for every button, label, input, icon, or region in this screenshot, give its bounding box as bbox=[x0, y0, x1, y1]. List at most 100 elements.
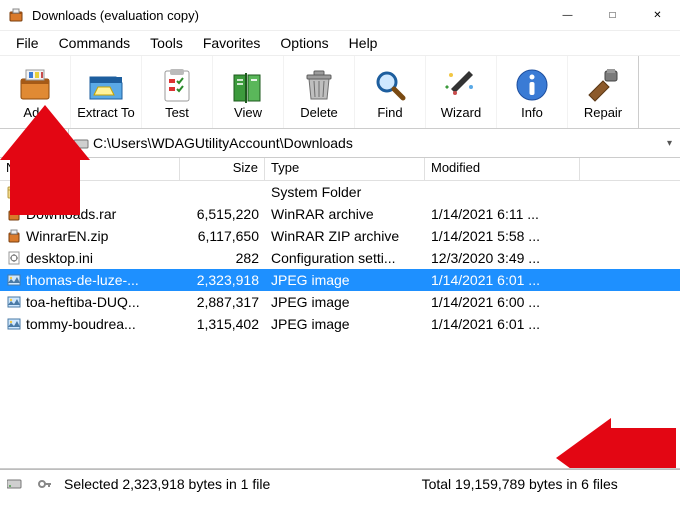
header-type[interactable]: Type bbox=[265, 158, 425, 180]
address-path: C:\Users\WDAGUtilityAccount\Downloads bbox=[93, 135, 353, 151]
file-type: JPEG image bbox=[265, 272, 425, 288]
tool-info-label: Info bbox=[521, 105, 543, 120]
tool-extract-label: Extract To bbox=[77, 105, 135, 120]
annotation-arrow-right bbox=[556, 418, 676, 468]
file-name: WinrarEN.zip bbox=[26, 228, 108, 244]
key-icon bbox=[30, 476, 60, 492]
file-modified: 1/14/2021 5:58 ... bbox=[425, 228, 580, 244]
file-size: 282 bbox=[180, 250, 265, 266]
address-field[interactable]: C:\Users\WDAGUtilityAccount\Downloads ▾ bbox=[69, 135, 680, 151]
file-type: WinRAR ZIP archive bbox=[265, 228, 425, 244]
file-size: 6,515,220 bbox=[180, 206, 265, 222]
tool-add[interactable]: Add bbox=[0, 56, 71, 128]
file-type: WinRAR archive bbox=[265, 206, 425, 222]
file-type: System Folder bbox=[265, 184, 425, 200]
wizard-icon bbox=[441, 65, 481, 105]
file-size: 2,323,918 bbox=[180, 272, 265, 288]
menu-favorites[interactable]: Favorites bbox=[193, 33, 271, 53]
tool-test-label: Test bbox=[165, 105, 189, 120]
tool-extract[interactable]: Extract To bbox=[71, 56, 142, 128]
file-name: tommy-boudrea... bbox=[26, 316, 136, 332]
extract-icon bbox=[86, 65, 126, 105]
file-row[interactable]: thomas-de-luze-... 2,323,918JPEG image1/1… bbox=[0, 269, 680, 291]
file-modified: 12/3/2020 3:49 ... bbox=[425, 250, 580, 266]
menu-commands[interactable]: Commands bbox=[49, 33, 141, 53]
statusbar: Selected 2,323,918 bytes in 1 file Total… bbox=[0, 469, 680, 498]
header-name[interactable]: Name bbox=[0, 158, 180, 180]
addressbar: C:\Users\WDAGUtilityAccount\Downloads ▾ bbox=[0, 129, 680, 158]
close-button[interactable]: ✕ bbox=[635, 0, 680, 30]
info-icon bbox=[512, 65, 552, 105]
file-size: 2,887,317 bbox=[180, 294, 265, 310]
menu-help[interactable]: Help bbox=[339, 33, 388, 53]
tool-view[interactable]: View bbox=[213, 56, 284, 128]
file-modified: 1/14/2021 6:00 ... bbox=[425, 294, 580, 310]
file-modified: 1/14/2021 6:11 ... bbox=[425, 206, 580, 222]
file-icon bbox=[6, 184, 22, 200]
file-icon bbox=[6, 250, 22, 266]
menu-file[interactable]: File bbox=[6, 33, 49, 53]
repair-icon bbox=[583, 65, 623, 105]
tool-wizard-label: Wizard bbox=[441, 105, 481, 120]
tool-repair-label: Repair bbox=[584, 105, 622, 120]
file-size: 1,315,402 bbox=[180, 316, 265, 332]
column-headers: Name Size Type Modified bbox=[0, 158, 680, 181]
tool-repair[interactable]: Repair bbox=[568, 56, 639, 128]
tool-view-label: View bbox=[234, 105, 262, 120]
file-list[interactable]: Name Size Type Modified .. System Folder D… bbox=[0, 158, 680, 468]
test-icon bbox=[157, 65, 197, 105]
delete-icon bbox=[299, 65, 339, 105]
tool-test[interactable]: Test bbox=[142, 56, 213, 128]
file-icon bbox=[6, 206, 22, 222]
tool-delete-label: Delete bbox=[300, 105, 338, 120]
file-row[interactable]: desktop.ini 282Configuration setti...12/3… bbox=[0, 247, 680, 269]
file-icon bbox=[6, 316, 22, 332]
tool-find-label: Find bbox=[377, 105, 402, 120]
up-folder-button[interactable] bbox=[0, 129, 69, 157]
window-title: Downloads (evaluation copy) bbox=[32, 8, 545, 23]
tool-wizard[interactable]: Wizard bbox=[426, 56, 497, 128]
up-folder-icon bbox=[24, 135, 44, 151]
toolbar: Add Extract To Test View Delete Find Wiz… bbox=[0, 55, 680, 129]
file-icon bbox=[6, 228, 22, 244]
tool-add-label: Add bbox=[23, 105, 46, 120]
titlebar: Downloads (evaluation copy) — □ ✕ bbox=[0, 0, 680, 31]
file-icon bbox=[6, 272, 22, 288]
file-name: thomas-de-luze-... bbox=[26, 272, 139, 288]
file-size: 6,117,650 bbox=[180, 228, 265, 244]
chevron-down-icon[interactable]: ▾ bbox=[667, 138, 672, 149]
tool-info[interactable]: Info bbox=[497, 56, 568, 128]
header-size[interactable]: Size bbox=[180, 158, 265, 180]
file-icon bbox=[6, 294, 22, 310]
winrar-app-icon bbox=[8, 7, 24, 23]
file-name: Downloads.rar bbox=[26, 206, 116, 222]
file-name: .. bbox=[26, 184, 34, 200]
disk-icon bbox=[0, 476, 30, 492]
file-row[interactable]: Downloads.rar 6,515,220WinRAR archive1/14… bbox=[0, 203, 680, 225]
file-name: toa-heftiba-DUQ... bbox=[26, 294, 140, 310]
file-row[interactable]: .. System Folder bbox=[0, 181, 680, 203]
header-modified[interactable]: Modified bbox=[425, 158, 580, 180]
menubar: File Commands Tools Favorites Options He… bbox=[0, 31, 680, 55]
find-icon bbox=[370, 65, 410, 105]
tool-delete[interactable]: Delete bbox=[284, 56, 355, 128]
file-modified: 1/14/2021 6:01 ... bbox=[425, 272, 580, 288]
file-type: JPEG image bbox=[265, 316, 425, 332]
view-icon bbox=[228, 65, 268, 105]
minimize-button[interactable]: — bbox=[545, 0, 590, 30]
file-type: Configuration setti... bbox=[265, 250, 425, 266]
file-modified: 1/14/2021 6:01 ... bbox=[425, 316, 580, 332]
file-row[interactable]: toa-heftiba-DUQ... 2,887,317JPEG image1/1… bbox=[0, 291, 680, 313]
status-total: Total 19,159,789 bytes in 6 files bbox=[418, 476, 618, 492]
maximize-button[interactable]: □ bbox=[590, 0, 635, 30]
add-icon bbox=[15, 65, 55, 105]
file-type: JPEG image bbox=[265, 294, 425, 310]
menu-tools[interactable]: Tools bbox=[140, 33, 193, 53]
menu-options[interactable]: Options bbox=[270, 33, 338, 53]
file-row[interactable]: WinrarEN.zip 6,117,650WinRAR ZIP archive1… bbox=[0, 225, 680, 247]
tool-find[interactable]: Find bbox=[355, 56, 426, 128]
status-selected: Selected 2,323,918 bytes in 1 file bbox=[60, 476, 418, 492]
file-name: desktop.ini bbox=[26, 250, 93, 266]
drive-icon bbox=[73, 135, 89, 151]
file-row[interactable]: tommy-boudrea... 1,315,402JPEG image1/14/… bbox=[0, 313, 680, 335]
